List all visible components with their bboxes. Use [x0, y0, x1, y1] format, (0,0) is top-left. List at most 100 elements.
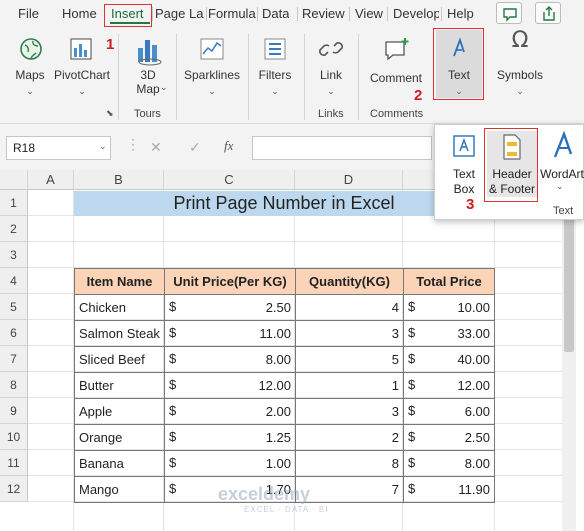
row-header-3[interactable]: 3: [0, 242, 28, 268]
cell-total-price[interactable]: $8.00: [403, 450, 495, 477]
cell-quantity[interactable]: 4: [295, 294, 404, 321]
cell-total-price[interactable]: $6.00: [403, 398, 495, 425]
sheet-title[interactable]: Print Page Number in Excel: [74, 191, 494, 216]
cell-unit-price[interactable]: $1.25: [164, 424, 296, 451]
cell-quantity[interactable]: 5: [295, 346, 404, 373]
maps-button[interactable]: Maps ⌄: [12, 36, 48, 100]
tab-data[interactable]: Data: [262, 6, 289, 24]
enter-icon[interactable]: ✓: [189, 139, 201, 156]
cell-item-name[interactable]: Mango: [74, 476, 165, 503]
tab-divider: [349, 7, 350, 21]
tab-divider: [257, 7, 258, 21]
cell-total-price[interactable]: $10.00: [403, 294, 495, 321]
tab-formulas[interactable]: Formula: [208, 6, 256, 24]
cell-unit-price[interactable]: $12.00: [164, 372, 296, 399]
cancel-icon[interactable]: ✕: [150, 139, 162, 156]
cell-item-name[interactable]: Butter: [74, 372, 165, 399]
cell-unit-price[interactable]: $2.00: [164, 398, 296, 425]
text-box-button[interactable]: Text Box: [443, 131, 485, 197]
unit-price-value: 11.00: [259, 326, 291, 341]
header-quantity[interactable]: Quantity(KG): [295, 268, 404, 295]
tab-help[interactable]: Help: [447, 6, 474, 24]
row-header-10[interactable]: 10: [0, 424, 28, 450]
currency-symbol: $: [408, 403, 416, 418]
step-marker-3: 3: [466, 196, 475, 213]
cell-quantity[interactable]: 8: [295, 450, 404, 477]
column-header-c[interactable]: C: [164, 170, 295, 190]
row-header-7[interactable]: 7: [0, 346, 28, 372]
tab-view[interactable]: View: [355, 6, 383, 24]
header-item-name[interactable]: Item Name: [74, 268, 165, 295]
name-box[interactable]: R18: [6, 136, 111, 160]
chevron-down-icon: ⌄: [78, 86, 86, 96]
share-button[interactable]: [535, 2, 561, 24]
tab-divider: [387, 7, 388, 21]
total-price-value: 40.00: [457, 352, 490, 367]
currency-symbol: $: [169, 325, 177, 340]
total-price-value: 12.00: [457, 378, 490, 393]
table-row: Sliced Beef $8.00 5 $40.00: [74, 346, 495, 373]
chevron-down-icon[interactable]: ⌄: [99, 141, 107, 152]
tab-file[interactable]: File: [18, 6, 39, 24]
tab-review[interactable]: Review: [302, 6, 345, 24]
select-all-corner[interactable]: [0, 170, 28, 190]
tab-developer[interactable]: Develop: [393, 6, 439, 24]
row-header-9[interactable]: 9: [0, 398, 28, 424]
cell-unit-price[interactable]: $8.00: [164, 346, 296, 373]
total-price-value: 10.00: [457, 300, 490, 315]
wordart-button[interactable]: WordArt: [539, 131, 584, 181]
cell-item-name[interactable]: Apple: [74, 398, 165, 425]
currency-symbol: $: [408, 325, 416, 340]
cell-quantity[interactable]: 3: [295, 398, 404, 425]
header-total-price[interactable]: Total Price: [403, 268, 495, 295]
group-divider: [358, 34, 359, 120]
comments-button[interactable]: [496, 2, 522, 24]
filters-button[interactable]: Filters ⌄: [252, 36, 298, 100]
tab-home[interactable]: Home: [62, 6, 97, 24]
table-row: Orange $1.25 2 $2.50: [74, 424, 495, 451]
sparklines-button[interactable]: Sparklines ⌄: [180, 36, 244, 100]
cell-quantity[interactable]: 3: [295, 320, 404, 347]
cell-total-price[interactable]: $11.90: [403, 476, 495, 503]
cell-unit-price[interactable]: $1.00: [164, 450, 296, 477]
dialog-launcher-icon[interactable]: ⬊: [106, 108, 114, 119]
cell-quantity[interactable]: 2: [295, 424, 404, 451]
maps-label: Maps: [15, 68, 45, 82]
scrollbar-thumb[interactable]: [564, 216, 574, 352]
currency-symbol: $: [169, 429, 177, 444]
link-button[interactable]: Link ⌄: [310, 36, 352, 100]
column-header-b[interactable]: B: [74, 170, 164, 190]
row-header-4[interactable]: 4: [0, 268, 28, 294]
pivotchart-button[interactable]: PivotChart ⌄: [52, 36, 112, 100]
row-header-12[interactable]: 12: [0, 476, 28, 502]
cell-item-name[interactable]: Orange: [74, 424, 165, 451]
row-header-1[interactable]: 1: [0, 190, 28, 216]
column-header-a[interactable]: A: [28, 170, 74, 190]
cell-total-price[interactable]: $33.00: [403, 320, 495, 347]
row-header-8[interactable]: 8: [0, 372, 28, 398]
insert-function-icon[interactable]: fx: [224, 138, 233, 154]
row-header-5[interactable]: 5: [0, 294, 28, 320]
cell-total-price[interactable]: $12.00: [403, 372, 495, 399]
currency-symbol: $: [169, 481, 177, 496]
column-header-d[interactable]: D: [295, 170, 403, 190]
cell-unit-price[interactable]: $2.50: [164, 294, 296, 321]
cell-item-name[interactable]: Salmon Steak: [74, 320, 165, 347]
tab-page-layout[interactable]: Page La: [155, 6, 205, 24]
formula-input[interactable]: [252, 136, 432, 160]
row-header-2[interactable]: 2: [0, 216, 28, 242]
cell-unit-price[interactable]: $11.00: [164, 320, 296, 347]
cell-quantity[interactable]: 1: [295, 372, 404, 399]
row-header-11[interactable]: 11: [0, 450, 28, 476]
currency-symbol: $: [408, 377, 416, 392]
currency-symbol: $: [408, 429, 416, 444]
cell-item-name[interactable]: Chicken: [74, 294, 165, 321]
text-box-label-line1: Text: [452, 167, 475, 181]
cell-item-name[interactable]: Sliced Beef: [74, 346, 165, 373]
cell-total-price[interactable]: $40.00: [403, 346, 495, 373]
cell-total-price[interactable]: $2.50: [403, 424, 495, 451]
cell-item-name[interactable]: Banana: [74, 450, 165, 477]
row-header-6[interactable]: 6: [0, 320, 28, 346]
symbols-button[interactable]: Ω Symbols ⌄: [494, 30, 546, 100]
header-unit-price[interactable]: Unit Price(Per KG): [164, 268, 296, 295]
